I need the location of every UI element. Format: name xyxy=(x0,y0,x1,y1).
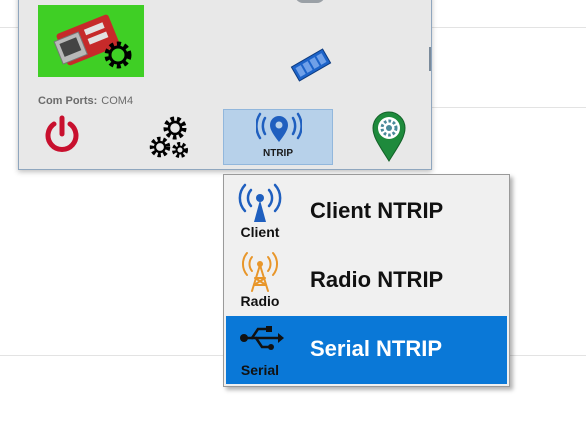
ntrip-dropdown-menu: Client Client NTRIP Radio Radio NTRIP Se… xyxy=(223,174,510,387)
background-divider xyxy=(430,107,586,108)
broadcast-antenna-icon xyxy=(238,183,282,222)
menu-item-icon-label: Serial xyxy=(240,362,280,378)
power-button[interactable] xyxy=(27,109,87,165)
menu-item-icon-label: Radio xyxy=(240,293,280,309)
menu-item-client-ntrip[interactable]: Client Client NTRIP xyxy=(226,178,507,246)
partial-icon xyxy=(295,0,325,3)
network-settings-tile[interactable] xyxy=(38,5,144,77)
location-pin-icon xyxy=(372,111,406,162)
menu-item-label: Client NTRIP xyxy=(310,198,444,223)
gears-icon xyxy=(149,116,188,158)
app-window: Com Ports: COM4 NTRIP xyxy=(18,0,432,170)
menu-item-serial-ntrip[interactable]: Serial Serial NTRIP xyxy=(226,316,507,384)
menu-item-radio-ntrip[interactable]: Radio Radio NTRIP xyxy=(226,247,507,315)
settings-button[interactable] xyxy=(137,109,207,165)
power-icon xyxy=(45,115,79,152)
com-ports-value: COM4 xyxy=(101,95,134,107)
window-separator xyxy=(429,47,431,71)
com-ports-status: Com Ports: COM4 xyxy=(38,95,133,107)
ethernet-gear-icon xyxy=(53,14,132,69)
background-divider xyxy=(508,355,586,356)
relay-board-icon xyxy=(290,48,332,82)
ntrip-button-label: NTRIP xyxy=(263,148,293,159)
menu-item-icon-box: Client xyxy=(226,178,294,246)
map-button[interactable] xyxy=(359,109,419,165)
com-ports-label: Com Ports: xyxy=(38,95,98,107)
ntrip-button[interactable]: NTRIP xyxy=(223,109,333,165)
menu-item-icon-label: Client xyxy=(240,224,280,240)
usb-icon xyxy=(240,326,284,350)
menu-item-icon-box: Radio xyxy=(226,247,294,315)
antenna-pin-icon xyxy=(256,112,302,142)
menu-item-label: Serial NTRIP xyxy=(310,336,443,361)
background-divider xyxy=(0,355,225,356)
radio-tower-icon xyxy=(242,252,278,292)
menu-item-icon-box: Serial xyxy=(226,316,294,384)
menu-item-label: Radio NTRIP xyxy=(310,267,444,292)
